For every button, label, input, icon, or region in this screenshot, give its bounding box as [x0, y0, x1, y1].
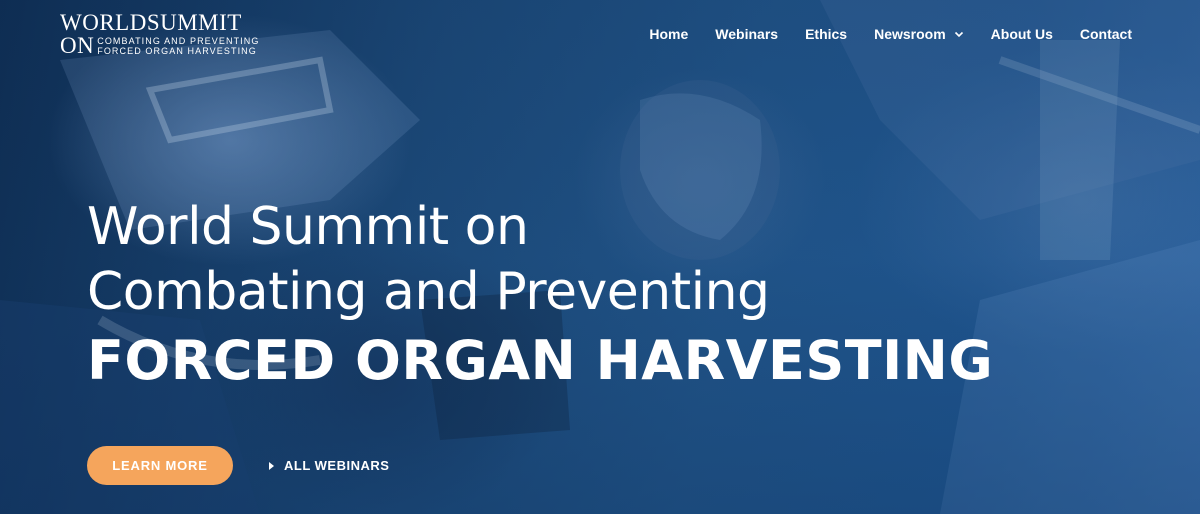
nav-webinars[interactable]: Webinars	[715, 26, 778, 42]
logo-subtitle-line1: COMBATING AND PREVENTING	[97, 36, 260, 46]
nav-ethics[interactable]: Ethics	[805, 26, 847, 42]
hero-cta-row: LEARN MORE ALL WEBINARS	[87, 446, 389, 485]
all-webinars-label: ALL WEBINARS	[284, 458, 390, 473]
logo-subtitle-row: ON COMBATING AND PREVENTING FORCED ORGAN…	[60, 33, 259, 58]
chevron-down-icon	[954, 31, 963, 38]
hero-line-1: World Summit on	[87, 197, 529, 257]
logo-subtitle: COMBATING AND PREVENTING FORCED ORGAN HA…	[97, 36, 259, 56]
hero-headline: World Summit on Combating and Preventing…	[87, 195, 993, 395]
nav-contact[interactable]: Contact	[1080, 26, 1132, 42]
main-nav: Home Webinars Ethics Newsroom About Us C…	[649, 26, 1132, 42]
site-logo[interactable]: WORLDSUMMIT ON COMBATING AND PREVENTING …	[60, 10, 259, 58]
hero-line-2: Combating and Preventing	[87, 262, 770, 322]
logo-title: WORLDSUMMIT	[60, 10, 242, 35]
nav-home[interactable]: Home	[649, 26, 688, 42]
all-webinars-link[interactable]: ALL WEBINARS	[269, 458, 389, 473]
logo-subtitle-line2: FORCED ORGAN HARVESTING	[97, 46, 257, 56]
learn-more-button[interactable]: LEARN MORE	[87, 446, 233, 485]
logo-on: ON	[60, 33, 95, 58]
nav-newsroom-label: Newsroom	[874, 26, 946, 42]
nav-newsroom[interactable]: Newsroom	[874, 26, 964, 42]
play-triangle-icon	[269, 461, 274, 470]
hero-line-3: FORCED ORGAN HARVESTING	[87, 329, 994, 392]
nav-about-us[interactable]: About Us	[991, 26, 1053, 42]
